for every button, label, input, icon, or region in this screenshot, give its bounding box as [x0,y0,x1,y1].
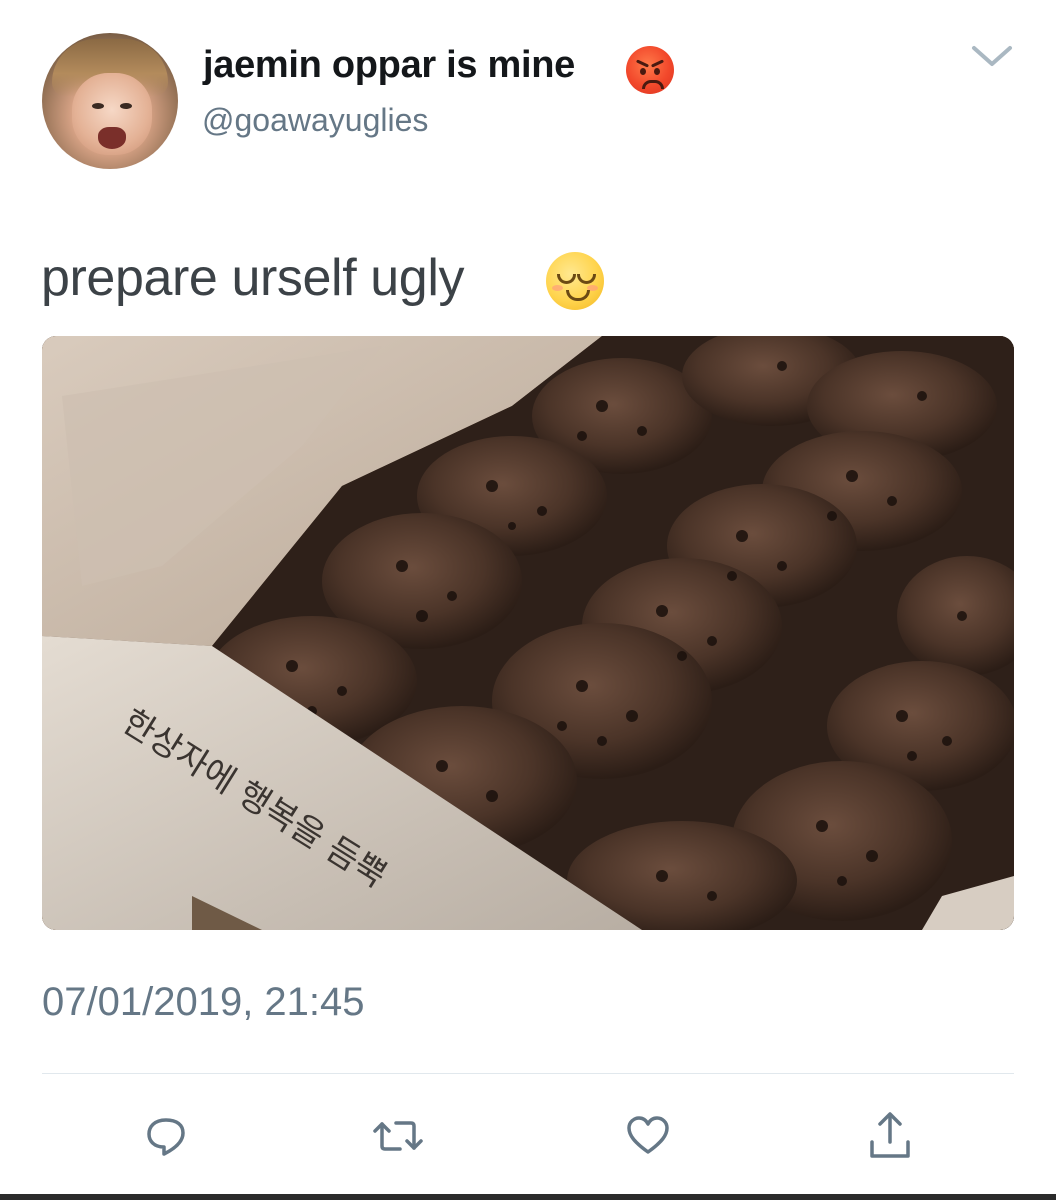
heart-icon [627,1116,669,1154]
retweet-button[interactable] [368,1108,428,1164]
chevron-down-icon[interactable] [968,38,1016,72]
bottom-edge [0,1194,1056,1200]
avatar-eye-right [120,103,132,109]
tweet-card: jaemin oppar is mine @goawayuglies prepa… [0,0,1056,1200]
author-display-name[interactable]: jaemin oppar is mine [203,44,575,87]
like-button[interactable] [618,1108,678,1164]
relieved-face-emoji-icon [546,252,604,310]
speech-bubble-icon [147,1118,185,1156]
tweet-text: prepare urself ugly [41,249,465,307]
tweet-timestamp: 07/01/2019, 21:45 [42,980,365,1024]
tweet-photo[interactable]: 한상자에 행복을 듬뿍 [42,336,1014,930]
share-button[interactable] [860,1108,920,1164]
divider [42,1073,1014,1074]
angry-face-emoji-icon [626,46,674,94]
share-upload-icon [870,1112,910,1158]
reply-button[interactable] [136,1108,196,1164]
avatar-eye-left [92,103,104,109]
author-avatar[interactable] [42,33,178,169]
author-handle[interactable]: @goawayuglies [202,102,428,139]
avatar-mouth [98,127,126,149]
retweet-arrows-icon [373,1121,423,1151]
